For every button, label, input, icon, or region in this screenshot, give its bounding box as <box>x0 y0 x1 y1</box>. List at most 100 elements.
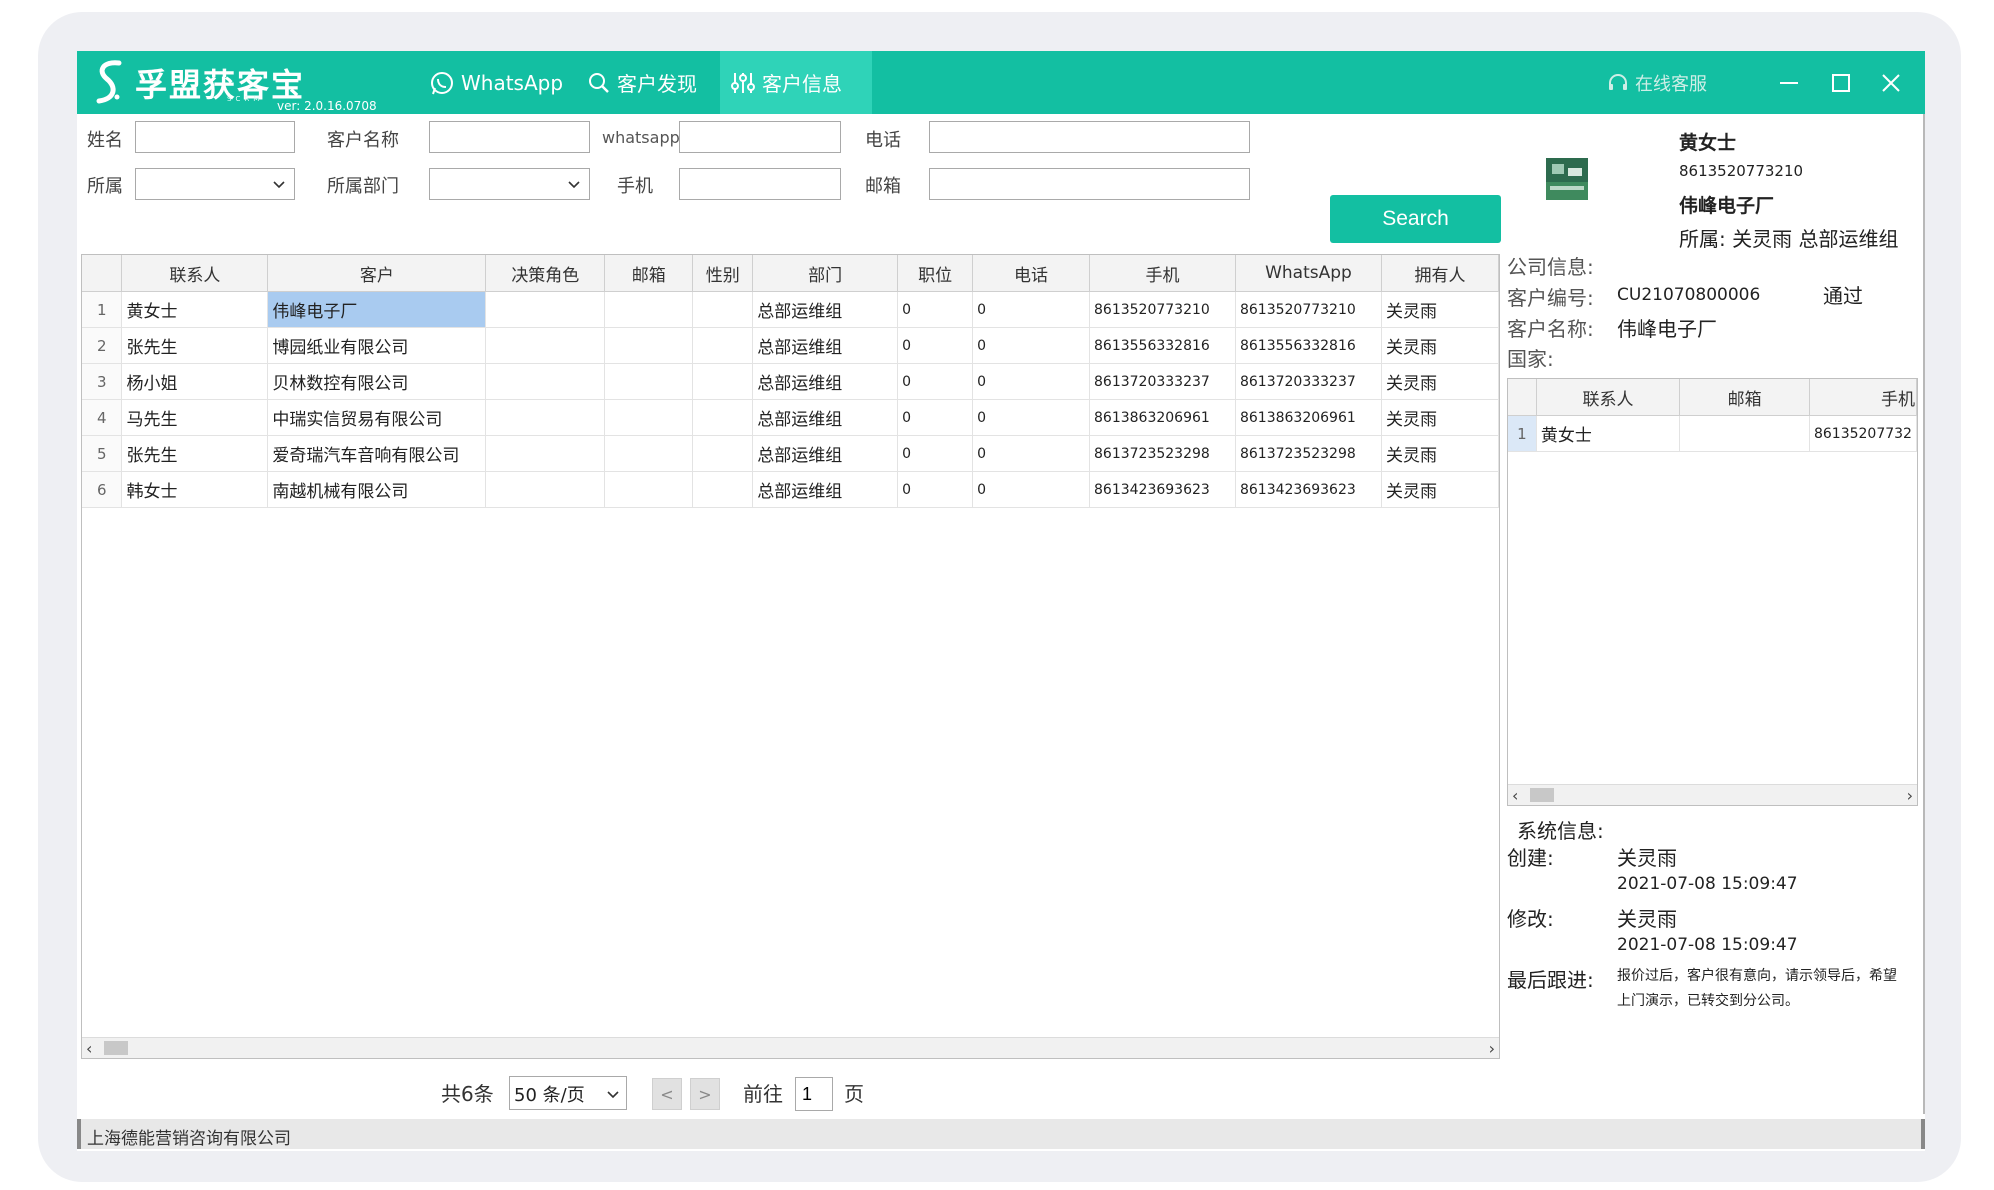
table-row[interactable]: 4 马先生 中瑞实信贸易有限公司 总部运维组 0 0 8613863206961 861386… <box>82 399 1499 436</box>
cell-position[interactable]: 0 <box>897 291 974 328</box>
cell-gender[interactable] <box>692 435 754 472</box>
minimize-icon[interactable] <box>1777 71 1801 95</box>
cell-customer[interactable]: 博园纸业有限公司 <box>267 327 487 364</box>
column-header-position[interactable]: 职位 <box>897 255 974 292</box>
cell-email[interactable] <box>604 363 694 400</box>
scroll-left-icon[interactable]: ‹ <box>86 1039 92 1058</box>
cell-email[interactable] <box>604 435 694 472</box>
cell-phone[interactable]: 0 <box>972 363 1091 400</box>
next-page-button[interactable]: > <box>690 1078 720 1110</box>
cell-customer[interactable]: 爱奇瑞汽车音响有限公司 <box>267 435 487 472</box>
cell-phone[interactable]: 0 <box>972 471 1091 508</box>
column-header-index[interactable] <box>82 255 123 292</box>
owner-select[interactable] <box>135 168 295 200</box>
cell-gender[interactable] <box>692 399 754 436</box>
contacts-column-mobile[interactable]: 手机 <box>1809 379 1917 416</box>
contacts-table-row[interactable]: 1 黄女士 86135207732 <box>1508 415 1917 452</box>
contacts-horizontal-scrollbar[interactable]: ‹ › <box>1508 784 1917 805</box>
cell-mobile[interactable]: 8613863206961 <box>1089 399 1236 436</box>
nav-whatsapp[interactable]: WhatsApp <box>429 51 563 114</box>
scrollbar-thumb[interactable] <box>104 1041 128 1055</box>
contacts-column-email[interactable]: 邮箱 <box>1679 379 1810 416</box>
email-input[interactable] <box>929 168 1250 200</box>
cell-position[interactable]: 0 <box>897 435 974 472</box>
cell-customer[interactable]: 南越机械有限公司 <box>267 471 487 508</box>
contacts-column-contact[interactable]: 联系人 <box>1536 379 1681 416</box>
cell-whatsapp[interactable]: 8613520773210 <box>1235 291 1382 328</box>
cell-owner[interactable]: 关灵雨 <box>1381 327 1499 364</box>
cell-customer[interactable]: 贝林数控有限公司 <box>267 363 487 400</box>
cell-mobile[interactable]: 8613520773210 <box>1089 291 1236 328</box>
cell-customer[interactable]: 中瑞实信贸易有限公司 <box>267 399 487 436</box>
nav-customer-discovery[interactable]: 客户发现 <box>587 51 697 114</box>
cell-whatsapp[interactable]: 8613423693623 <box>1235 471 1382 508</box>
search-button[interactable]: Search <box>1330 195 1501 243</box>
cell-gender[interactable] <box>692 291 754 328</box>
cell-contact[interactable]: 黄女士 <box>121 291 269 328</box>
column-header-gender[interactable]: 性别 <box>692 255 754 292</box>
online-service-button[interactable]: 在线客服 <box>1607 51 1707 114</box>
name-input[interactable] <box>135 121 295 153</box>
cell-phone[interactable]: 0 <box>972 399 1091 436</box>
cell-owner[interactable]: 关灵雨 <box>1381 291 1499 328</box>
department-select[interactable] <box>429 168 590 200</box>
cell-department[interactable]: 总部运维组 <box>752 471 899 508</box>
cell-contact[interactable]: 张先生 <box>121 327 269 364</box>
contacts-column-index[interactable] <box>1508 379 1537 416</box>
cell-gender[interactable] <box>692 327 754 364</box>
cell-contact[interactable]: 马先生 <box>121 399 269 436</box>
cell-decision-role[interactable] <box>485 291 606 328</box>
scroll-right-icon[interactable]: › <box>1907 786 1913 805</box>
table-row[interactable]: 3 杨小姐 贝林数控有限公司 总部运维组 0 0 8613720333237 86137203… <box>82 363 1499 400</box>
cell-department[interactable]: 总部运维组 <box>752 327 899 364</box>
cell-email[interactable] <box>604 399 694 436</box>
cell-decision-role[interactable] <box>485 327 606 364</box>
column-header-contact[interactable]: 联系人 <box>121 255 269 292</box>
cell-department[interactable]: 总部运维组 <box>752 435 899 472</box>
page-size-select[interactable]: 50 条/页 <box>509 1076 627 1110</box>
cell-mobile[interactable]: 8613723523298 <box>1089 435 1236 472</box>
cell-email[interactable] <box>604 291 694 328</box>
cell-mobile[interactable]: 8613423693623 <box>1089 471 1236 508</box>
cell-phone[interactable]: 0 <box>972 291 1091 328</box>
phone-input[interactable] <box>929 121 1250 153</box>
cell-gender[interactable] <box>692 363 754 400</box>
cell-phone[interactable]: 0 <box>972 435 1091 472</box>
column-header-email[interactable]: 邮箱 <box>604 255 694 292</box>
cell-decision-role[interactable] <box>485 435 606 472</box>
cell-decision-role[interactable] <box>485 471 606 508</box>
cell-owner[interactable]: 关灵雨 <box>1381 435 1499 472</box>
cell-email[interactable] <box>604 327 694 364</box>
cell-department[interactable]: 总部运维组 <box>752 291 899 328</box>
horizontal-scrollbar[interactable]: ‹ › <box>82 1037 1499 1058</box>
table-row[interactable]: 5 张先生 爱奇瑞汽车音响有限公司 总部运维组 0 0 8613723523298 86137… <box>82 435 1499 472</box>
nav-customer-info[interactable]: 客户信息 <box>720 51 872 114</box>
cell-whatsapp[interactable]: 8613720333237 <box>1235 363 1382 400</box>
scroll-right-icon[interactable]: › <box>1489 1039 1495 1058</box>
cell-email[interactable] <box>604 471 694 508</box>
cell-phone[interactable]: 0 <box>972 327 1091 364</box>
scrollbar-thumb[interactable] <box>1530 788 1554 802</box>
mobile-input[interactable] <box>679 168 841 200</box>
cell-whatsapp[interactable]: 8613863206961 <box>1235 399 1382 436</box>
cell-gender[interactable] <box>692 471 754 508</box>
cell-position[interactable]: 0 <box>897 471 974 508</box>
scroll-left-icon[interactable]: ‹ <box>1512 786 1518 805</box>
maximize-icon[interactable] <box>1829 71 1853 95</box>
table-row[interactable]: 2 张先生 博园纸业有限公司 总部运维组 0 0 8613556332816 86135563… <box>82 327 1499 364</box>
column-header-mobile[interactable]: 手机 <box>1089 255 1236 292</box>
cell-whatsapp[interactable]: 8613556332816 <box>1235 327 1382 364</box>
column-header-department[interactable]: 部门 <box>752 255 899 292</box>
cell-decision-role[interactable] <box>485 363 606 400</box>
cell-contact[interactable]: 张先生 <box>121 435 269 472</box>
cell-customer[interactable]: 伟峰电子厂 <box>267 291 487 328</box>
cell-owner[interactable]: 关灵雨 <box>1381 471 1499 508</box>
cell-position[interactable]: 0 <box>897 399 974 436</box>
column-header-owner[interactable]: 拥有人 <box>1381 255 1499 292</box>
cell-contact[interactable]: 杨小姐 <box>121 363 269 400</box>
column-header-phone[interactable]: 电话 <box>972 255 1091 292</box>
customer-name-input[interactable] <box>429 121 590 153</box>
cell-owner[interactable]: 关灵雨 <box>1381 399 1499 436</box>
cell-mobile[interactable]: 8613556332816 <box>1089 327 1236 364</box>
cell-position[interactable]: 0 <box>897 363 974 400</box>
